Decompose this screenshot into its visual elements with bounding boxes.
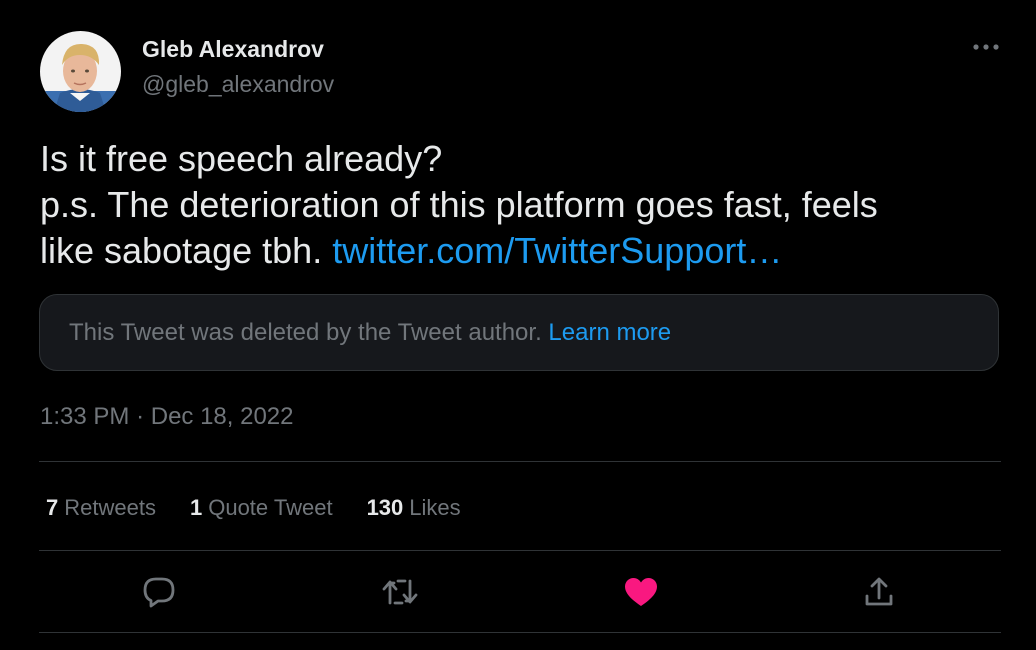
retweets-label: Retweets <box>64 495 156 520</box>
retweets-stat[interactable]: 7 Retweets <box>46 495 156 521</box>
retweet-icon <box>382 579 418 605</box>
tweet-line-2: p.s. The deterioration of this platform … <box>40 184 878 225</box>
reply-icon <box>143 577 175 608</box>
tweet-line-1: Is it free speech already? <box>40 138 443 179</box>
tweet-text: Is it free speech already? p.s. The dete… <box>40 136 1010 274</box>
tweet-link[interactable]: twitter.com/TwitterSupport… <box>332 230 782 271</box>
share-button[interactable] <box>859 572 899 612</box>
more-options-button[interactable] <box>966 32 1006 62</box>
retweet-button[interactable] <box>380 572 420 612</box>
tweet-stats: 7 Retweets 1 Quote Tweet 130 Likes <box>46 495 495 521</box>
tweet-line-3: like sabotage tbh. twitter.com/TwitterSu… <box>40 228 1010 274</box>
like-icon <box>625 578 657 606</box>
avatar-image <box>40 31 121 112</box>
learn-more-link[interactable]: Learn more <box>548 319 671 346</box>
likes-count: 130 <box>366 495 404 520</box>
likes-stat[interactable]: 130 Likes <box>367 495 461 521</box>
deleted-quote-text: This Tweet was deleted by the Tweet auth… <box>69 319 671 347</box>
quotes-count: 1 <box>189 495 203 520</box>
like-button[interactable] <box>621 572 661 612</box>
timestamp-separator: · <box>136 403 145 430</box>
likes-label: Likes <box>409 495 461 520</box>
share-icon <box>865 577 893 606</box>
avatar[interactable] <box>40 31 121 112</box>
author-handle[interactable]: @gleb_alexandrov <box>142 71 334 98</box>
tweet-line-3-text: like sabotage tbh. <box>40 230 323 271</box>
more-icon <box>973 44 999 50</box>
divider-bottom <box>39 632 1001 633</box>
deleted-message: This Tweet was deleted by the Tweet auth… <box>69 319 542 346</box>
divider-top <box>39 461 1001 462</box>
tweet-timestamp: 1:33 PM · Dec 18, 2022 <box>40 403 294 431</box>
author-name[interactable]: Gleb Alexandrov <box>142 36 324 63</box>
quote-tweets-stat[interactable]: 1 Quote Tweet <box>190 495 333 521</box>
tweet-time[interactable]: 1:33 PM <box>40 403 129 430</box>
retweets-count: 7 <box>46 495 59 520</box>
reply-button[interactable] <box>139 572 179 612</box>
quotes-label: Quote Tweet <box>208 495 333 520</box>
divider-middle <box>39 550 1001 551</box>
tweet-date[interactable]: Dec 18, 2022 <box>151 403 294 430</box>
tweet-card: Gleb Alexandrov @gleb_alexandrov Is it f… <box>0 0 1036 650</box>
deleted-quote-box: This Tweet was deleted by the Tweet auth… <box>39 294 999 371</box>
